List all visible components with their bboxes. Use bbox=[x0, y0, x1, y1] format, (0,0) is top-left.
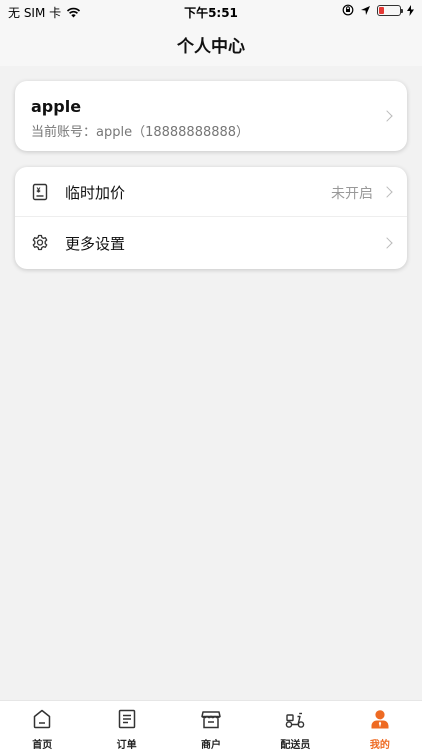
price-tag-icon bbox=[32, 183, 48, 201]
nav-bar: 个人中心 bbox=[0, 22, 422, 66]
tab-label: 首页 bbox=[32, 740, 53, 750]
home-icon bbox=[33, 709, 51, 729]
user-icon bbox=[371, 710, 389, 729]
menu-item-temp-surcharge[interactable]: 临时加价 未开启 bbox=[15, 167, 407, 217]
profile-name: apple bbox=[31, 97, 82, 116]
tab-mine[interactable]: 我的 bbox=[338, 701, 422, 750]
tab-label: 我的 bbox=[369, 740, 390, 750]
tab-home[interactable]: 首页 bbox=[0, 701, 84, 750]
menu-item-label: 临时加价 bbox=[65, 184, 126, 202]
status-right bbox=[342, 4, 414, 16]
tab-label: 配送员 bbox=[280, 740, 311, 750]
status-bar: 无 SIM 卡 下午5:51 bbox=[0, 0, 422, 22]
rotation-lock-icon bbox=[342, 4, 354, 16]
tab-merchants[interactable]: 商户 bbox=[169, 701, 253, 750]
profile-account: 当前账号：apple（18888888888） bbox=[31, 125, 250, 140]
menu-card: 临时加价 未开启 更多设置 bbox=[15, 167, 407, 269]
chevron-right-icon bbox=[381, 237, 393, 249]
menu-item-value: 未开启 bbox=[331, 186, 373, 202]
tab-orders[interactable]: 订单 bbox=[84, 701, 168, 750]
profile-card[interactable]: apple 当前账号：apple（18888888888） bbox=[15, 81, 407, 151]
order-list-icon bbox=[118, 709, 135, 729]
tab-label: 商户 bbox=[201, 740, 222, 750]
store-icon bbox=[201, 711, 221, 729]
chevron-right-icon bbox=[381, 110, 393, 122]
menu-item-more-settings[interactable]: 更多设置 bbox=[15, 218, 407, 268]
menu-item-label: 更多设置 bbox=[65, 235, 126, 253]
tab-label: 订单 bbox=[116, 740, 137, 750]
battery-level bbox=[379, 6, 384, 14]
page-title: 个人中心 bbox=[177, 36, 245, 57]
location-arrow-icon bbox=[361, 5, 370, 15]
battery-icon bbox=[377, 4, 403, 16]
charging-bolt-icon bbox=[407, 4, 414, 16]
chevron-right-icon bbox=[381, 186, 393, 198]
scooter-icon bbox=[286, 712, 305, 728]
tab-bar: 首页 订单 商户 配送员 我的 bbox=[0, 700, 422, 750]
tab-couriers[interactable]: 配送员 bbox=[253, 701, 337, 750]
gear-icon bbox=[32, 234, 48, 251]
